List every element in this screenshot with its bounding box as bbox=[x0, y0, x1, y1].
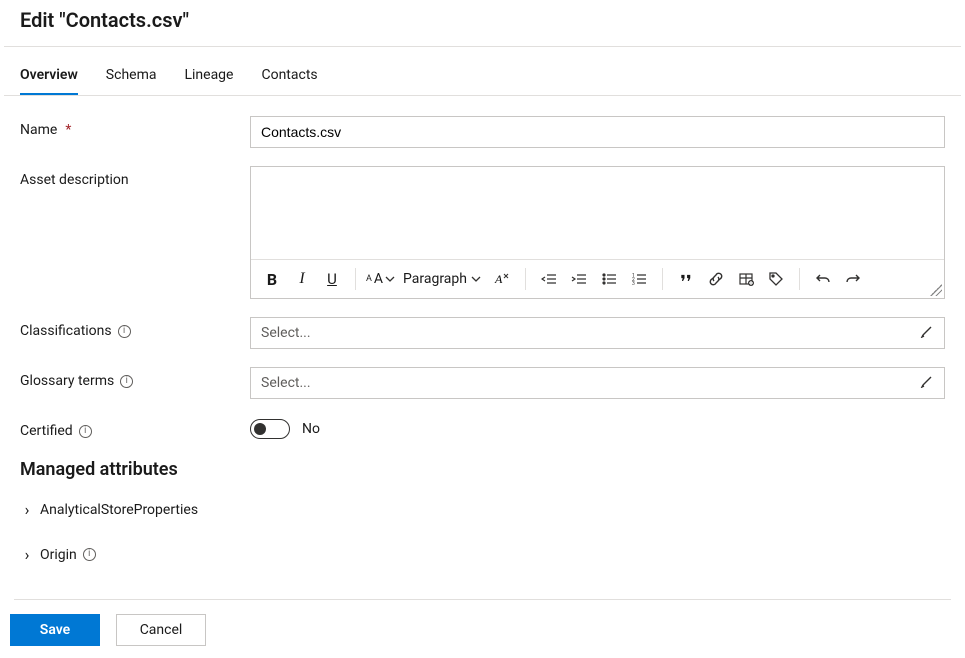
indent-icon[interactable] bbox=[566, 266, 592, 292]
placeholder: Select... bbox=[261, 325, 311, 341]
page-title: Edit "Contacts.csv" bbox=[0, 0, 965, 46]
underline-icon[interactable]: U bbox=[319, 266, 345, 292]
quote-icon[interactable]: ❜❜ bbox=[673, 266, 699, 292]
save-button[interactable]: Save bbox=[10, 614, 100, 646]
svg-text:A: A bbox=[494, 272, 503, 286]
divider bbox=[4, 46, 961, 47]
bold-icon[interactable]: B bbox=[259, 266, 285, 292]
tab-bar: Overview Schema Lineage Contacts bbox=[0, 61, 965, 95]
info-icon[interactable]: i bbox=[83, 548, 96, 561]
info-icon[interactable]: i bbox=[118, 325, 131, 338]
tab-contacts[interactable]: Contacts bbox=[261, 61, 317, 95]
form: Name * Asset description B I U AA bbox=[0, 96, 965, 580]
svg-text:3: 3 bbox=[632, 281, 635, 287]
toggle-knob bbox=[254, 423, 266, 435]
italic-icon[interactable]: I bbox=[289, 266, 315, 292]
table-icon[interactable] bbox=[733, 266, 759, 292]
row-glossary: Glossary terms i Select... bbox=[20, 367, 945, 399]
paragraph-label: Paragraph bbox=[403, 271, 467, 287]
attr-label: AnalyticalStoreProperties bbox=[40, 502, 198, 518]
footer: Save Cancel bbox=[0, 585, 965, 658]
info-icon[interactable]: i bbox=[79, 425, 92, 438]
outdent-icon[interactable] bbox=[536, 266, 562, 292]
separator bbox=[799, 268, 800, 290]
tag-icon[interactable] bbox=[763, 266, 789, 292]
placeholder: Select... bbox=[261, 375, 311, 391]
managed-attributes-heading: Managed attributes bbox=[20, 459, 945, 480]
name-input[interactable] bbox=[250, 116, 945, 148]
tab-schema[interactable]: Schema bbox=[106, 61, 157, 95]
description-textarea[interactable] bbox=[251, 167, 944, 259]
rte-toolbar: B I U AA Paragraph A bbox=[251, 259, 944, 298]
attr-analyticalstoreproperties[interactable]: › AnalyticalStoreProperties bbox=[20, 494, 945, 525]
clear-formatting-icon[interactable]: A bbox=[489, 266, 515, 292]
numbered-list-icon[interactable]: 123 bbox=[626, 266, 652, 292]
undo-icon[interactable] bbox=[810, 266, 836, 292]
font-size-icon[interactable]: AA bbox=[366, 266, 395, 292]
certified-state-text: No bbox=[302, 421, 320, 437]
link-icon[interactable] bbox=[703, 266, 729, 292]
tab-overview[interactable]: Overview bbox=[20, 61, 78, 95]
resize-handle-icon[interactable] bbox=[930, 284, 942, 296]
separator bbox=[662, 268, 663, 290]
divider bbox=[14, 599, 951, 600]
attr-origin[interactable]: › Origin i bbox=[20, 539, 945, 570]
classifications-label: Classifications i bbox=[20, 317, 250, 339]
label-text: Certified bbox=[20, 423, 73, 439]
redo-icon[interactable] bbox=[840, 266, 866, 292]
glossary-select[interactable]: Select... bbox=[250, 367, 945, 399]
certified-toggle[interactable] bbox=[250, 419, 290, 439]
chevron-right-icon: › bbox=[20, 500, 34, 519]
classifications-select[interactable]: Select... bbox=[250, 317, 945, 349]
description-label: Asset description bbox=[20, 166, 250, 188]
label-text: Name bbox=[20, 122, 57, 138]
row-description: Asset description B I U AA Paragraph bbox=[20, 166, 945, 299]
label-text: Asset description bbox=[20, 172, 129, 188]
label-text: Classifications bbox=[20, 323, 112, 339]
label-text: Glossary terms bbox=[20, 373, 114, 389]
row-classifications: Classifications i Select... bbox=[20, 317, 945, 349]
pencil-icon bbox=[920, 324, 934, 342]
row-name: Name * bbox=[20, 116, 945, 148]
bullet-list-icon[interactable] bbox=[596, 266, 622, 292]
tab-lineage[interactable]: Lineage bbox=[184, 61, 233, 95]
pencil-icon bbox=[920, 374, 934, 392]
cancel-button[interactable]: Cancel bbox=[116, 614, 206, 646]
attr-label: Origin bbox=[40, 547, 77, 563]
chevron-right-icon: › bbox=[20, 545, 34, 564]
required-asterisk: * bbox=[65, 122, 71, 138]
glossary-label: Glossary terms i bbox=[20, 367, 250, 389]
paragraph-style-dropdown[interactable]: Paragraph bbox=[399, 266, 485, 292]
separator bbox=[355, 268, 356, 290]
rich-text-editor: B I U AA Paragraph A bbox=[250, 166, 945, 299]
certified-label: Certified i bbox=[20, 417, 250, 439]
info-icon[interactable]: i bbox=[120, 375, 133, 388]
row-certified: Certified i No bbox=[20, 417, 945, 439]
separator bbox=[525, 268, 526, 290]
name-label: Name * bbox=[20, 116, 250, 138]
